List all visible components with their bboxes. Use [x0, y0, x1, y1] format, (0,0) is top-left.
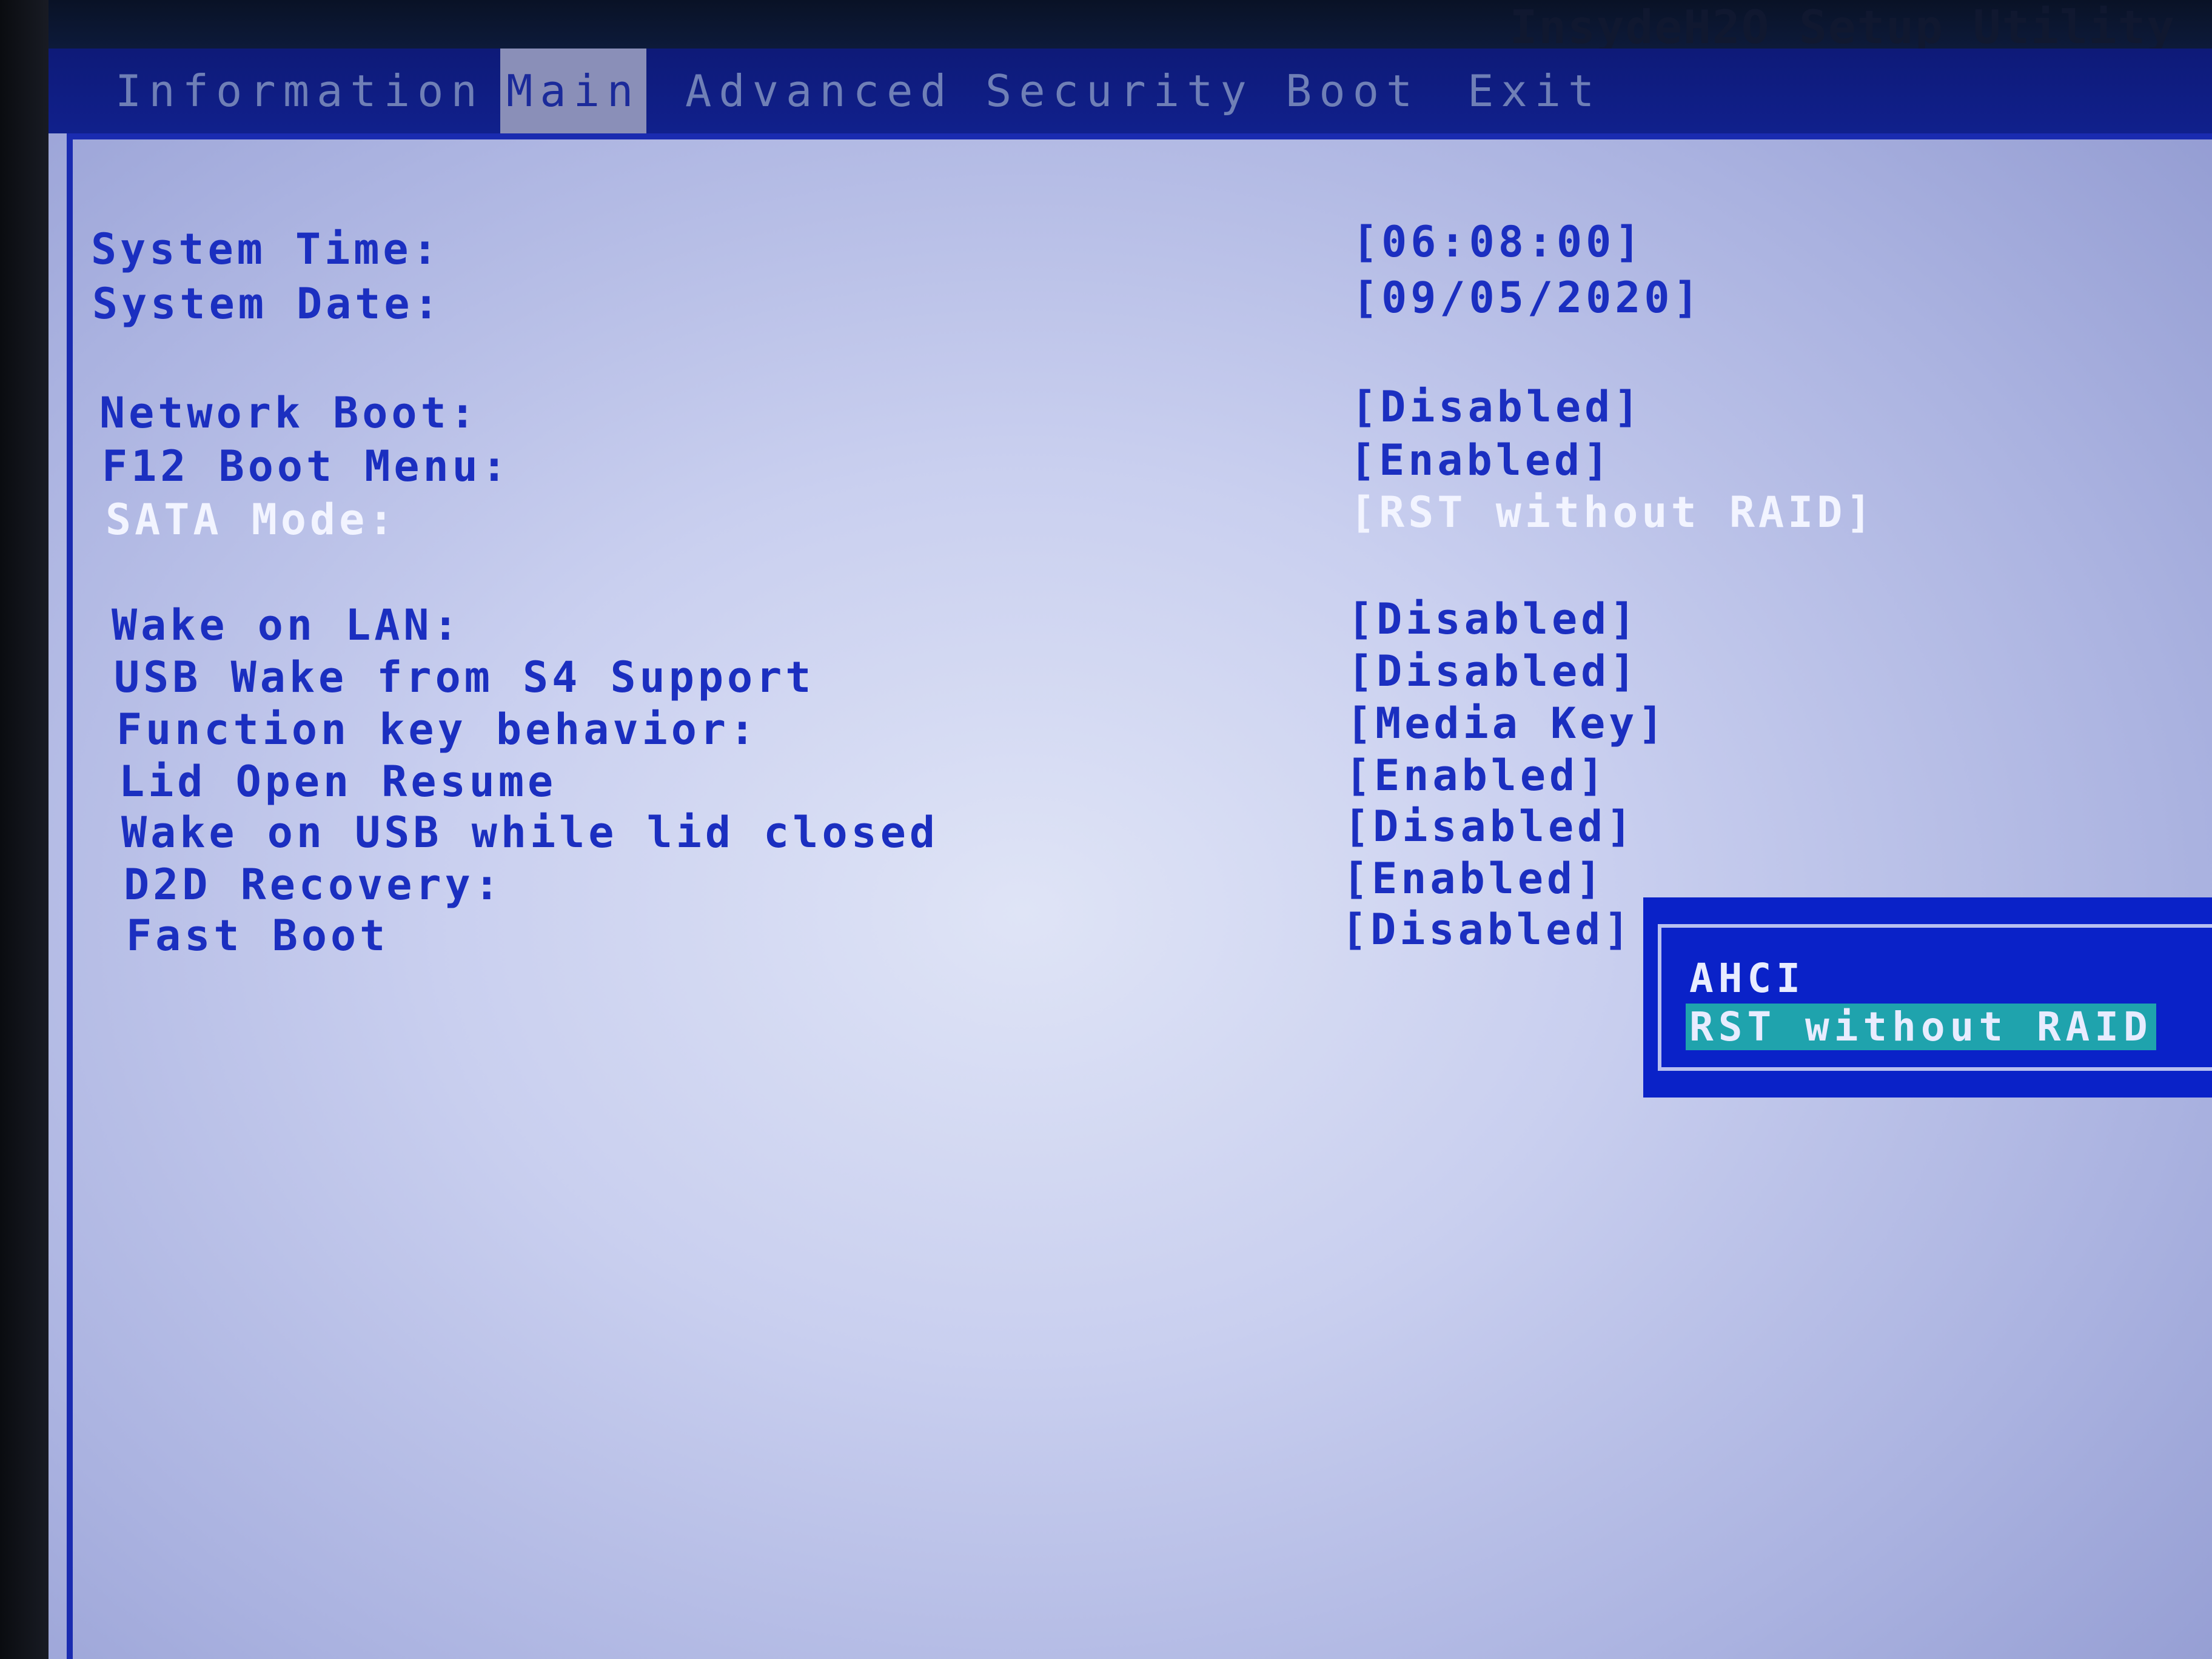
- tab-advanced[interactable]: Advanced: [685, 49, 954, 133]
- setting-label-lid-open-resume[interactable]: Lid Open Resume: [119, 757, 557, 806]
- popup-option-rst-without-raid[interactable]: RST without RAID: [1686, 1004, 2156, 1050]
- tab-main[interactable]: Main: [500, 49, 647, 133]
- setting-label-f12-boot-menu[interactable]: F12 Boot Menu:: [102, 441, 511, 491]
- sata-mode-popup: AHCI RST without RAID: [1643, 897, 2212, 1098]
- setting-value-lid-open-resume[interactable]: [Enabled]: [1345, 751, 1607, 800]
- setting-value-usb-wake-s4[interactable]: [Disabled]: [1347, 646, 1639, 696]
- setting-label-sata-mode[interactable]: SATA Mode:: [106, 495, 397, 545]
- monitor-bezel: [0, 0, 55, 1659]
- setting-label-usb-wake-s4[interactable]: USB Wake from S4 Support: [114, 652, 814, 702]
- setting-value-fast-boot[interactable]: [Disabled]: [1341, 905, 1633, 954]
- tab-boot[interactable]: Boot: [1285, 49, 1419, 133]
- setting-label-system-time[interactable]: System Time:: [91, 224, 441, 274]
- bios-screen: InsydeH2O Setup Utility Information Main…: [49, 0, 2212, 1659]
- tab-information[interactable]: Information: [115, 49, 484, 133]
- setting-value-network-boot[interactable]: [Disabled]: [1351, 382, 1643, 432]
- setting-value-system-date[interactable]: [09/05/2020]: [1352, 273, 1703, 323]
- setting-label-system-date[interactable]: System Date:: [92, 279, 443, 329]
- menu-bar: Information Main Advanced Security Boot …: [49, 49, 2212, 133]
- setting-label-wake-usb-lid-closed[interactable]: Wake on USB while lid closed: [121, 808, 939, 857]
- title-bar: InsydeH2O Setup Utility: [49, 0, 2212, 54]
- app-title: InsydeH2O Setup Utility: [1509, 0, 2176, 54]
- setting-label-function-key[interactable]: Function key behavior:: [116, 705, 759, 754]
- tab-exit[interactable]: Exit: [1467, 49, 1601, 133]
- setting-value-d2d-recovery[interactable]: [Enabled]: [1342, 854, 1605, 903]
- tab-security[interactable]: Security: [985, 49, 1254, 133]
- popup-option-ahci[interactable]: AHCI: [1686, 955, 1809, 1002]
- setting-label-wake-on-lan[interactable]: Wake on LAN:: [112, 600, 462, 650]
- setting-label-network-boot[interactable]: Network Boot:: [99, 388, 479, 438]
- setting-label-fast-boot[interactable]: Fast Boot: [126, 911, 389, 960]
- setting-value-system-time[interactable]: [06:08:00]: [1352, 217, 1644, 267]
- setting-value-sata-mode[interactable]: [RST without RAID]: [1350, 488, 1875, 537]
- setting-value-function-key[interactable]: [Media Key]: [1346, 699, 1667, 748]
- setting-label-d2d-recovery[interactable]: D2D Recovery:: [124, 860, 503, 910]
- setting-value-f12-boot-menu[interactable]: [Enabled]: [1350, 435, 1612, 485]
- setting-value-wake-on-lan[interactable]: [Disabled]: [1347, 594, 1639, 644]
- setting-value-wake-usb-lid-closed[interactable]: [Disabled]: [1344, 802, 1635, 851]
